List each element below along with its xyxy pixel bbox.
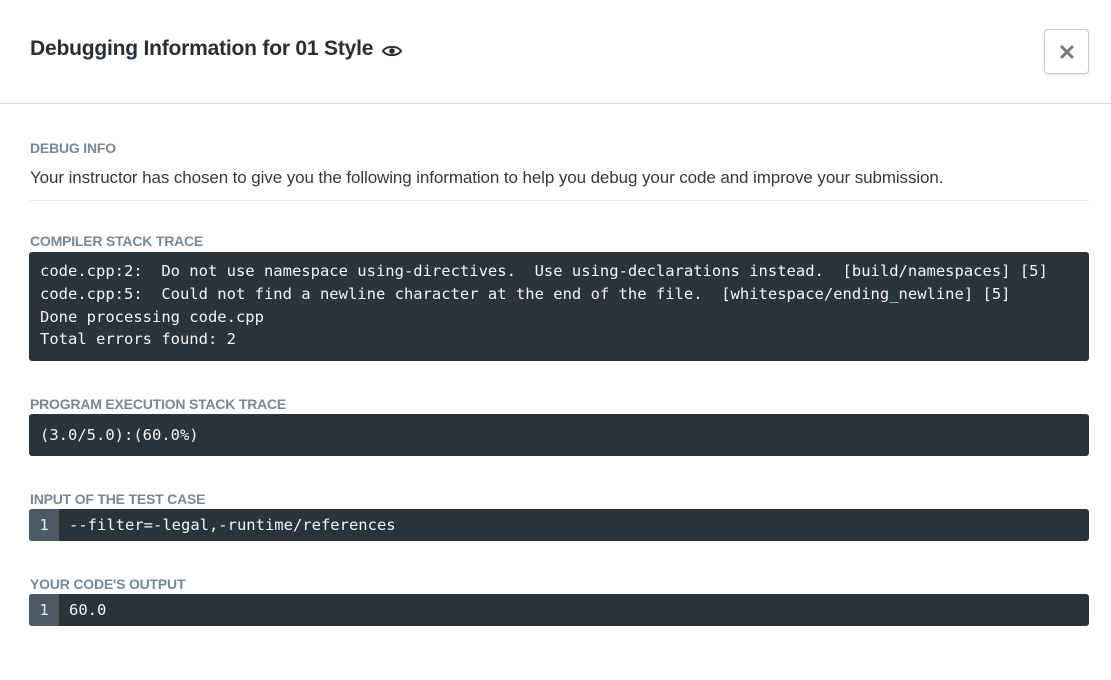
compiler-trace-text: code.cpp:2: Do not use namespace using-d… bbox=[40, 262, 1048, 349]
execution-trace-text: (3.0/5.0):(60.0%) bbox=[40, 426, 199, 444]
code-output-text: 60.0 bbox=[69, 601, 107, 619]
close-icon bbox=[1060, 45, 1073, 58]
code-output-label: YOUR CODE'S OUTPUT bbox=[30, 576, 186, 592]
divider bbox=[30, 200, 1089, 201]
code-output-block: 1 60.0 bbox=[29, 594, 1089, 626]
execution-trace-label: PROGRAM EXECUTION STACK TRACE bbox=[30, 396, 287, 412]
line-number: 1 bbox=[29, 594, 59, 626]
modal-title-text: Debugging Information for 01 Style bbox=[30, 37, 374, 60]
execution-trace-block: (3.0/5.0):(60.0%) bbox=[29, 414, 1089, 456]
debug-info-text: Your instructor has chosen to give you t… bbox=[30, 168, 944, 187]
modal-title: Debugging Information for 01 Style bbox=[30, 37, 403, 61]
compiler-trace-label: COMPILER STACK TRACE bbox=[30, 233, 204, 249]
close-button[interactable] bbox=[1044, 29, 1089, 74]
compiler-trace-block: code.cpp:2: Do not use namespace using-d… bbox=[29, 252, 1089, 361]
test-input-text: --filter=-legal,-runtime/references bbox=[69, 516, 396, 534]
test-input-block: 1 --filter=-legal,-runtime/references bbox=[29, 509, 1089, 541]
line-number: 1 bbox=[29, 509, 59, 541]
modal-header: Debugging Information for 01 Style bbox=[0, 0, 1111, 104]
debug-info-label: DEBUG INFO bbox=[30, 140, 116, 156]
test-input-label: INPUT OF THE TEST CASE bbox=[30, 491, 206, 507]
eye-icon[interactable] bbox=[382, 40, 403, 56]
